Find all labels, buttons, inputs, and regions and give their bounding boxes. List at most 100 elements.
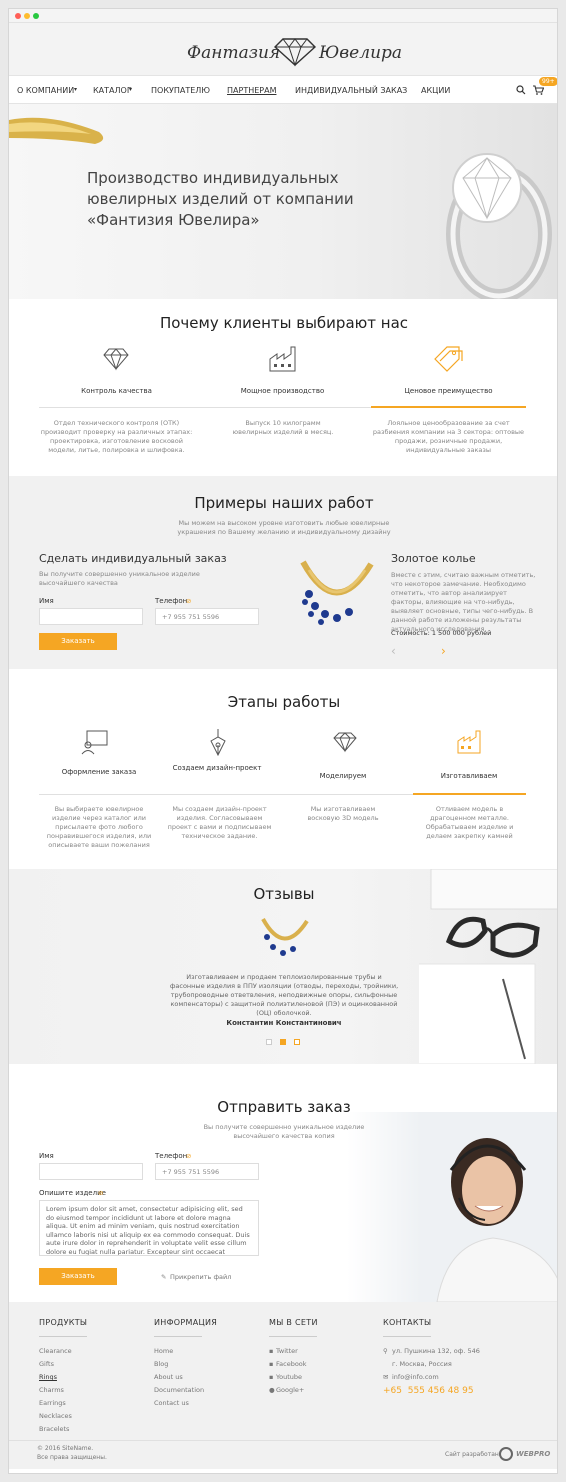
review-text: Изготавливаем и продаем теплоизолированн… [169, 973, 399, 1017]
send-button[interactable]: Заказать [39, 1268, 117, 1285]
tab-selected-indicator [371, 406, 526, 408]
hero-banner: Производство индивидуальных ювелирных из… [9, 104, 557, 299]
send-subtitle: Вы получите совершенно уникальное издели… [203, 1123, 365, 1140]
nav-item-catalog[interactable]: КАТАЛОГ [93, 86, 132, 95]
tab-price[interactable]: Ценовое преимущество [371, 387, 526, 395]
send-name-input[interactable] [39, 1163, 143, 1180]
paperclip-icon[interactable]: ✎ [161, 1273, 166, 1281]
footer-link-clearance[interactable]: Clearance [39, 1347, 72, 1355]
footer-link-rings[interactable]: Rings [39, 1373, 57, 1381]
describe-check-icon: ⊘ [98, 1189, 104, 1197]
footer-link-youtube[interactable]: Youtube [276, 1373, 302, 1381]
footer-link-charms[interactable]: Charms [39, 1386, 64, 1394]
close-dot-icon[interactable] [15, 13, 21, 19]
google-plus-icon: ● [269, 1386, 275, 1394]
maximize-dot-icon[interactable] [33, 13, 39, 19]
minimize-dot-icon[interactable] [24, 13, 30, 19]
name-label: Имя [39, 597, 54, 605]
logo-text-part2: Ювелира [319, 43, 403, 63]
nav-item-about[interactable]: О КОМПАНИИ [17, 86, 74, 95]
main-nav: О КОМПАНИИ ▾ КАТАЛОГ ▾ ПОКУПАТЕЛЮ ПАРТНЕ… [9, 76, 557, 104]
name-input[interactable] [39, 608, 143, 625]
footer-link-contact[interactable]: Contact us [154, 1399, 189, 1407]
review-dot-2[interactable] [280, 1039, 286, 1045]
review-author: Константин Константинович [226, 1019, 342, 1027]
order-title: Сделать индивидуальный заказ [39, 552, 227, 565]
footer-link-necklaces[interactable]: Necklaces [39, 1412, 72, 1420]
hero-title: Производство индивидуальных ювелирных из… [87, 168, 387, 231]
phone-label: Телефон [155, 597, 188, 605]
stage-make[interactable]: Изготавливаем [419, 772, 519, 780]
footer-divider [154, 1336, 202, 1337]
footer-social-title: МЫ В СЕТИ [269, 1318, 318, 1327]
support-operator-image [347, 1112, 557, 1302]
factory-icon [269, 346, 296, 372]
footer-link-google[interactable]: Google+ [276, 1386, 304, 1394]
item-title: Золотое колье [391, 552, 476, 565]
order-button[interactable]: Заказать [39, 633, 117, 650]
twitter-icon: ▪ [269, 1347, 274, 1355]
send-phone-input[interactable]: +7 955 751 5596 [155, 1163, 259, 1180]
search-icon[interactable] [516, 85, 526, 95]
developer-label: Сайт разработан [445, 1451, 499, 1458]
webpro-logo-icon[interactable] [499, 1447, 513, 1461]
nav-item-custom-order[interactable]: ИНДИВИДУАЛЬНЫЙ ЗАКАЗ [295, 86, 407, 95]
prev-arrow-icon[interactable]: ‹ [391, 644, 396, 658]
diamond-icon [103, 348, 129, 371]
footer-contacts-title: КОНТАКТЫ [383, 1318, 432, 1327]
phone-input[interactable]: +7 955 751 5596 [155, 608, 259, 625]
tab-quality-text: Отдел технического контроля (ОТК) произв… [40, 419, 193, 454]
item-text: Вместе с этим, считаю важным отметить, ч… [391, 571, 536, 633]
diamond-ring-image [446, 153, 552, 299]
works-subtitle: Мы можем на высоком уровне изготовить лю… [177, 519, 391, 536]
footer-email[interactable]: info@info.com [392, 1373, 439, 1381]
footer-link-twitter[interactable]: Twitter [276, 1347, 298, 1355]
tab-production[interactable]: Мощное производство [205, 387, 360, 395]
hero-line-2: ювелирных изделий от компании [87, 190, 354, 208]
footer-link-docs[interactable]: Documentation [154, 1386, 204, 1394]
footer-divider [269, 1336, 317, 1337]
footer-link-facebook[interactable]: Facebook [276, 1360, 307, 1368]
stage-design[interactable]: Создаем дизайн-проект [167, 764, 267, 773]
send-name-label: Имя [39, 1152, 54, 1160]
review-dot-1[interactable] [266, 1039, 272, 1045]
send-section: Отправить заказ Вы получите совершенно у… [9, 1064, 557, 1302]
footer-address-1: ул. Пушкина 132, оф. 546 [392, 1347, 480, 1355]
footer-divider [39, 1336, 87, 1337]
review-dot-3[interactable] [294, 1039, 300, 1045]
diamond-logo-icon[interactable] [271, 37, 319, 67]
developer-brand[interactable]: WEBPRO [516, 1450, 550, 1458]
tab-quality[interactable]: Контроль качества [39, 387, 194, 395]
price-tag-icon [434, 346, 463, 372]
copyright-line-1: © 2016 SiteName. [37, 1445, 94, 1452]
tab-price-text: Лояльное ценообразование за счет разбиен… [372, 419, 525, 454]
why-section: Почему клиенты выбирают нас Контроль кач… [9, 299, 557, 476]
copyright-line-2: Все права защищены. [37, 1454, 107, 1461]
hero-line-1: Производство индивидуальных [87, 169, 339, 187]
describe-textarea[interactable]: Lorem ipsum dolor sit amet, consectetur … [39, 1200, 259, 1256]
nav-item-sales[interactable]: АКЦИИ [421, 86, 450, 95]
footer-link-about[interactable]: About us [154, 1373, 183, 1381]
youtube-icon: ▪ [269, 1373, 274, 1381]
nav-item-buyer[interactable]: ПОКУПАТЕЛЮ [151, 86, 210, 95]
location-icon: ⚲ [383, 1347, 388, 1355]
next-arrow-icon[interactable]: › [441, 644, 446, 658]
nav-item-partners[interactable]: ПАРТНЕРАМ [227, 86, 276, 95]
stage-selected-indicator [413, 793, 526, 795]
footer-link-home[interactable]: Home [154, 1347, 173, 1355]
chevron-down-icon: ▾ [129, 86, 133, 93]
footer-phone[interactable]: +65 555 456 48 95 [383, 1386, 474, 1396]
footer-link-blog[interactable]: Blog [154, 1360, 168, 1368]
reviews-section: Отзывы Изготавливаем и продаем теплоизол… [9, 869, 557, 1064]
stage-order[interactable]: Оформление заказа [49, 768, 149, 777]
facebook-icon: ▪ [269, 1360, 274, 1368]
stage-model[interactable]: Моделируем [293, 772, 393, 780]
cart-icon[interactable] [533, 85, 544, 95]
stages-title: Этапы работы [227, 693, 341, 711]
stage-make-text: Отливаем модель в драгоценном металле. О… [425, 805, 514, 840]
footer-link-earrings[interactable]: Earrings [39, 1399, 66, 1407]
attach-file-link[interactable]: Прикрепить файл [170, 1273, 231, 1281]
factory-orange-icon [457, 730, 481, 754]
footer-link-gifts[interactable]: Gifts [39, 1360, 54, 1368]
footer-link-bracelets[interactable]: Bracelets [39, 1425, 69, 1433]
